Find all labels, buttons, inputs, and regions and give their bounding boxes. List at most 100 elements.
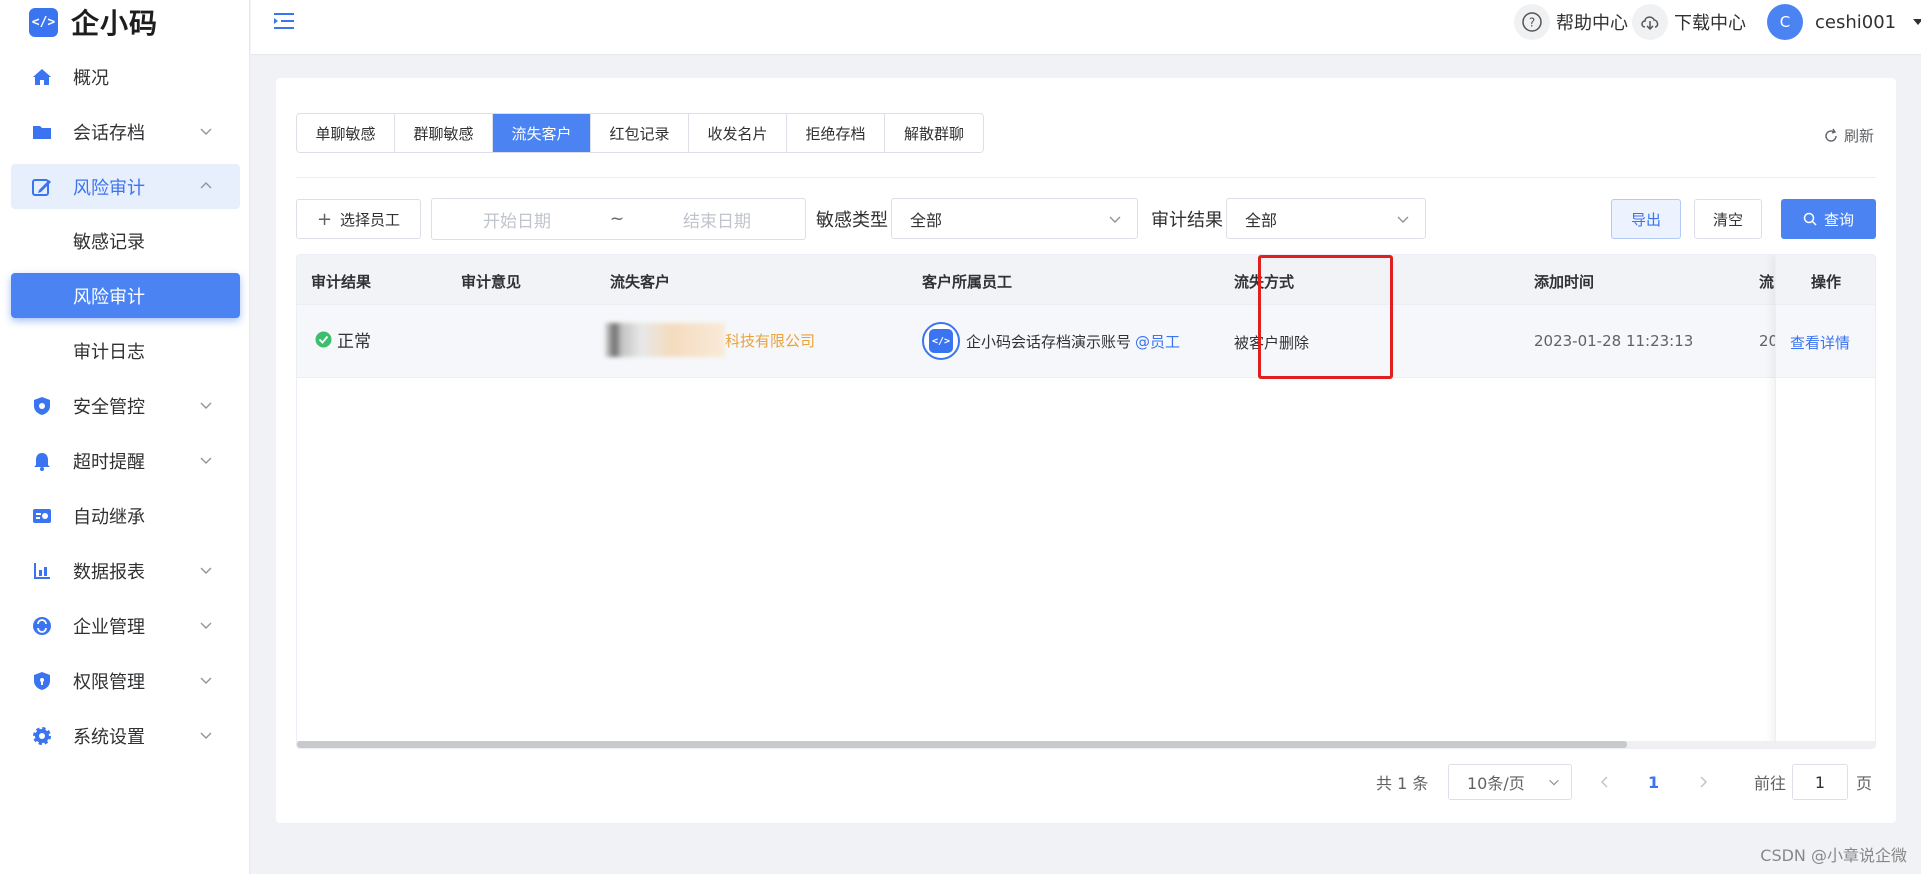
sidebar-item-system-settings[interactable]: 系统设置 (11, 713, 240, 758)
sensitive-type-label: 敏感类型 (816, 210, 888, 231)
tab-business-cards[interactable]: 收发名片 (689, 114, 787, 152)
chevron-down-icon (200, 402, 212, 409)
edit-icon (29, 174, 55, 200)
sidebar-item-session-archive[interactable]: 会话存档 (11, 109, 240, 154)
sidebar-item-label: 风险审计 (73, 177, 145, 199)
tab-refuse-archive[interactable]: 拒绝存档 (787, 114, 885, 152)
loss-method-highlight-box (1258, 255, 1393, 379)
help-center-label: 帮助中心 (1556, 13, 1628, 34)
lock-shield-icon (29, 668, 55, 694)
select-staff-button[interactable]: + 选择员工 (296, 199, 421, 239)
end-date-input[interactable]: 结束日期 (632, 207, 802, 232)
page-suffix-label: 页 (1856, 774, 1873, 793)
staff-name: 企小码会话存档演示账号 (966, 332, 1132, 351)
sidebar-subitem-audit-log[interactable]: 审计日志 (11, 328, 240, 373)
staff-avatar-code-icon: </> (929, 329, 953, 353)
avatar: C (1767, 4, 1803, 40)
tab-red-packet-records[interactable]: 红包记录 (591, 114, 689, 152)
query-button[interactable]: 查询 (1781, 199, 1876, 239)
refresh-button[interactable]: 刷新 (1823, 125, 1874, 146)
export-button[interactable]: 导出 (1611, 199, 1681, 239)
chevron-down-icon (200, 567, 212, 574)
username: ceshi001 (1815, 11, 1897, 33)
help-center-link[interactable]: ? 帮助中心 (1514, 4, 1628, 40)
fixed-action-column: 操作 查看详情 (1775, 255, 1875, 748)
sidebar-subitem-risk-audit[interactable]: 风险审计 (11, 273, 240, 318)
home-icon (29, 64, 55, 90)
sidebar-item-label: 数据报表 (73, 561, 145, 583)
next-page-button[interactable] (1696, 764, 1710, 800)
logo-code-icon: </> (29, 7, 58, 37)
sidebar-item-label: 风险审计 (73, 286, 145, 308)
prev-page-button[interactable] (1598, 764, 1612, 800)
customer-staff-cell: </> 企小码会话存档演示账号 @员工 (922, 322, 1180, 360)
tab-dissolve-group[interactable]: 解散群聊 (885, 114, 983, 152)
menu-collapse-icon[interactable] (273, 10, 295, 32)
svg-text:?: ? (1529, 16, 1535, 30)
sidebar-item-label: 安全管控 (73, 396, 145, 418)
audit-result-select[interactable]: 全部 (1226, 198, 1426, 239)
help-icon: ? (1514, 4, 1550, 40)
lost-customer-cell: 科技有限公司 (605, 323, 815, 357)
col-lost-customer: 流失客户 (610, 273, 671, 291)
col-audit-result: 审计结果 (311, 273, 372, 291)
view-details-link[interactable]: 查看详情 (1790, 332, 1850, 353)
horizontal-scrollbar[interactable] (297, 741, 1875, 748)
scrollbar-thumb[interactable] (297, 741, 1627, 748)
sidebar-item-label: 超时提醒 (73, 451, 145, 473)
sidebar-item-overview[interactable]: 概况 (11, 54, 240, 99)
chevron-down-icon (1109, 216, 1121, 223)
range-separator: ~ (609, 209, 625, 229)
sidebar-item-label: 系统设置 (73, 726, 145, 748)
sidebar-item-label: 审计日志 (73, 341, 145, 363)
sidebar-item-risk-audit[interactable]: 风险审计 (11, 164, 240, 209)
user-card-icon (29, 503, 55, 529)
start-date-input[interactable]: 开始日期 (432, 207, 602, 232)
cloud-download-icon (1632, 4, 1668, 40)
goto-page-input[interactable]: 1 (1792, 764, 1848, 800)
clear-button[interactable]: 清空 (1694, 199, 1762, 239)
current-page-number[interactable]: 1 (1648, 764, 1659, 800)
table-header: 审计结果 审计意见 流失客户 客户所属员工 流失方式 添加时间 流 (297, 255, 1875, 305)
page-size-select[interactable]: 10条/页 (1448, 764, 1572, 800)
audit-result-cell: 正常 (315, 327, 371, 352)
record-type-tabs: 单聊敏感 群聊敏感 流失客户 红包记录 收发名片 拒绝存档 解散群聊 (296, 113, 984, 153)
logo[interactable]: </> 企小码 (29, 6, 158, 40)
sidebar-item-security-control[interactable]: 安全管控 (11, 383, 240, 428)
chevron-left-icon (1600, 776, 1608, 788)
tab-lost-customers[interactable]: 流失客户 (493, 114, 591, 152)
sidebar-item-label: 企业管理 (73, 616, 145, 638)
chevron-down-icon (200, 732, 212, 739)
action-cell: 查看详情 (1776, 305, 1875, 378)
customer-name-suffix: 科技有限公司 (725, 331, 816, 350)
divider (296, 177, 1876, 178)
sidebar-item-auto-inherit[interactable]: 自动继承 (11, 493, 240, 538)
logo-text: 企小码 (71, 7, 159, 40)
refresh-icon (1825, 128, 1837, 142)
chevron-right-icon (1700, 776, 1708, 788)
folder-icon (29, 119, 55, 145)
tab-single-chat-sensitive[interactable]: 单聊敏感 (297, 114, 395, 152)
sidebar-item-label: 会话存档 (73, 122, 145, 144)
chevron-down-icon (200, 622, 212, 629)
bell-icon (29, 448, 55, 474)
lost-customer-table: 审计结果 审计意见 流失客户 客户所属员工 流失方式 添加时间 流 正常 科技有… (296, 254, 1876, 749)
pagination-total: 共 1 条 (1376, 774, 1429, 793)
sidebar-item-label: 敏感记录 (73, 231, 145, 253)
sensitive-type-value: 全部 (910, 210, 943, 230)
tab-group-chat-sensitive[interactable]: 群聊敏感 (395, 114, 493, 152)
col-customer-staff: 客户所属员工 (922, 273, 1013, 291)
sidebar-item-data-reports[interactable]: 数据报表 (11, 548, 240, 593)
sidebar-item-enterprise-management[interactable]: 企业管理 (11, 603, 240, 648)
sidebar-item-permission-management[interactable]: 权限管理 (11, 658, 240, 703)
user-menu[interactable]: C ceshi001 (1767, 4, 1921, 40)
select-staff-label: 选择员工 (340, 210, 401, 229)
page-size-value: 10条/页 (1467, 774, 1525, 793)
top-header: ? 帮助中心 下载中心 C ceshi001 (251, 0, 1921, 55)
sidebar-item-timeout-reminder[interactable]: 超时提醒 (11, 438, 240, 483)
download-center-link[interactable]: 下载中心 (1632, 4, 1746, 40)
sensitive-type-select[interactable]: 全部 (891, 198, 1138, 239)
shield-icon (29, 393, 55, 419)
date-range-picker[interactable]: 开始日期 ~ 结束日期 (431, 198, 806, 240)
sidebar-subitem-sensitive-records[interactable]: 敏感记录 (11, 218, 240, 263)
